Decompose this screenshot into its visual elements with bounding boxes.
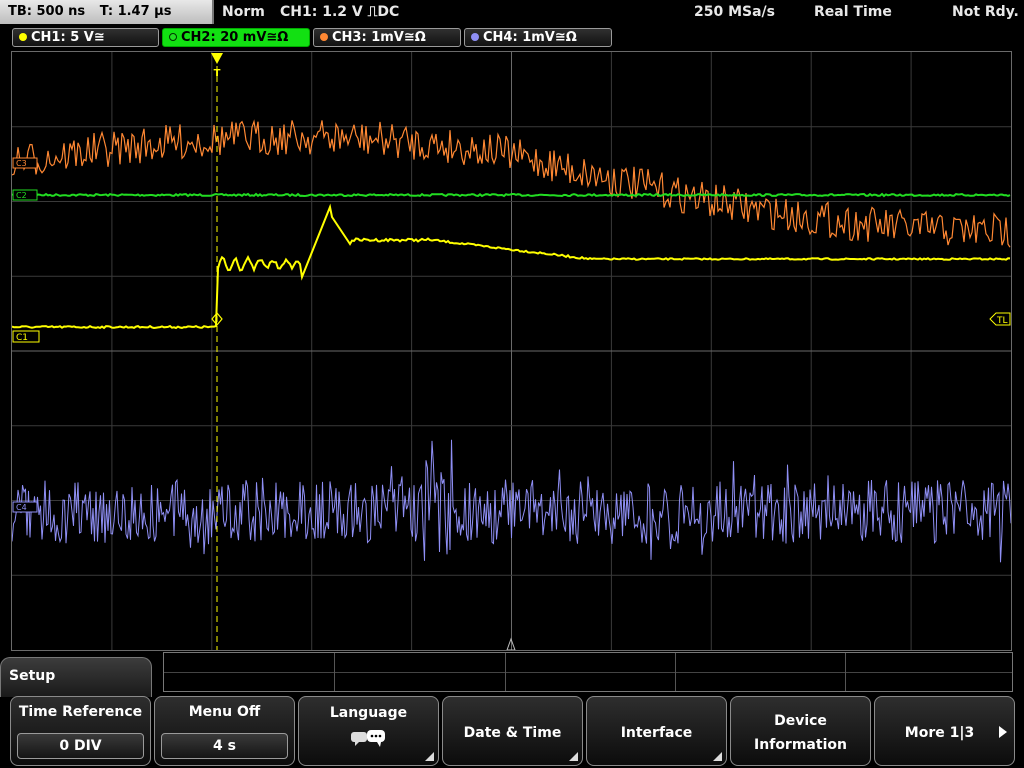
softkey-label: Interface — [620, 725, 693, 741]
softkey-label: More 1|3 — [904, 725, 975, 741]
sample-rate: 250 MSa/s — [694, 4, 776, 20]
acquisition-mode: Real Time — [814, 4, 892, 20]
time-reference-softkey[interactable]: Time Reference 0 DIV — [10, 696, 151, 766]
trigger-level-label: TL — [996, 316, 1008, 326]
channel-label: CH1: 5 V≅ — [31, 30, 105, 45]
ch4-marker-label: C4 — [16, 503, 27, 512]
arrow-right-icon — [999, 726, 1007, 738]
ch1-offset-marker[interactable]: C1 — [12, 330, 40, 343]
timebase-box[interactable]: TB: 500 ns T: 1.47 µs — [0, 0, 214, 24]
trigger-marker-label: T — [214, 68, 221, 79]
trigger-level-marker[interactable]: TL — [989, 312, 1011, 326]
timebase-value: TB: 500 ns — [8, 4, 86, 19]
softkey-label: Date & Time — [463, 725, 562, 741]
submenu-indicator-icon — [569, 752, 578, 761]
ch4-offset-marker[interactable]: C4 — [12, 501, 38, 513]
status-bar: TB: 500 ns T: 1.47 µs Norm CH1: 1.2 V ⎍D… — [0, 0, 1024, 24]
date-time-softkey[interactable]: Date & Time — [442, 696, 583, 766]
acquisition-status: Not Rdy. — [952, 4, 1019, 20]
ch4-color-dot — [471, 33, 479, 41]
info-strip — [163, 652, 1013, 692]
ch2-offset-marker[interactable]: C2 — [12, 189, 38, 201]
submenu-indicator-icon — [425, 752, 434, 761]
trigger-time-value: T: 1.47 µs — [99, 4, 172, 19]
softkey-label: Time Reference — [18, 704, 143, 720]
channel-tab-ch3[interactable]: CH3: 1mV≅Ω — [313, 28, 461, 47]
softkey-label-line1: Device — [774, 713, 827, 729]
ch1-color-dot — [19, 33, 27, 41]
ch3-color-dot — [320, 33, 328, 41]
speech-bubbles-icon — [351, 730, 385, 747]
trigger-source[interactable]: CH1: 1.2 V ⎍DC — [280, 0, 399, 24]
channel-tab-ch1[interactable]: CH1: 5 V≅ — [12, 28, 159, 47]
ch1-marker-label: C1 — [16, 333, 28, 343]
waveform-canvas: T C1 C2 C3 C4 TL — [12, 52, 1011, 650]
channel-label: CH3: 1mV≅Ω — [332, 30, 426, 45]
ch3-marker-label: C3 — [16, 159, 27, 168]
menu-off-value: 4 s — [161, 733, 288, 759]
channel-tab-ch4[interactable]: CH4: 1mV≅Ω — [464, 28, 612, 47]
menu-title: Setup — [0, 657, 152, 697]
channel-label: CH2: 20 mV≅Ω — [181, 30, 289, 45]
softkey-label: Menu Off — [188, 704, 261, 720]
device-information-softkey[interactable]: Device Information — [730, 696, 871, 766]
softkey-label: Language — [329, 705, 408, 721]
softkey-label-line2: Information — [754, 737, 847, 753]
time-reference-value: 0 DIV — [17, 733, 144, 759]
channel-label: CH4: 1mV≅Ω — [483, 30, 577, 45]
more-softkey[interactable]: More 1|3 — [874, 696, 1015, 766]
ch2-marker-label: C2 — [16, 191, 27, 200]
graticule — [12, 52, 1011, 650]
language-softkey[interactable]: Language — [298, 696, 439, 766]
submenu-indicator-icon — [713, 752, 722, 761]
ch3-offset-marker[interactable]: C3 — [12, 157, 38, 169]
menu-off-softkey[interactable]: Menu Off 4 s — [154, 696, 295, 766]
channel-tab-ch2[interactable]: CH2: 20 mV≅Ω — [162, 28, 310, 47]
ch2-color-dot — [169, 33, 177, 41]
interface-softkey[interactable]: Interface — [586, 696, 727, 766]
trigger-mode[interactable]: Norm — [222, 0, 265, 24]
waveform-display[interactable]: T C1 C2 C3 C4 TL — [11, 51, 1012, 651]
